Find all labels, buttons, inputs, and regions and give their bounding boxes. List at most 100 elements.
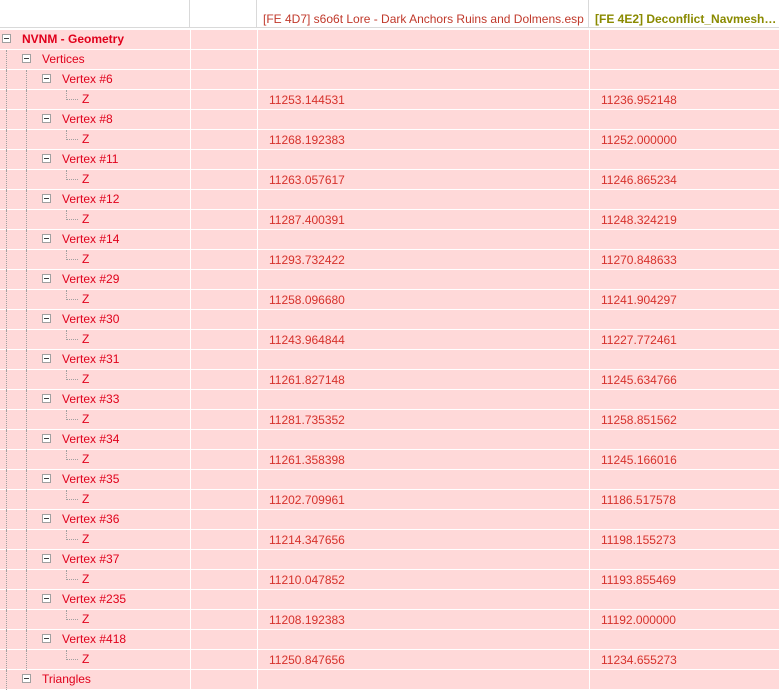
column-divider (589, 90, 590, 109)
tree-node-vertex[interactable]: Vertex #11 (0, 150, 779, 170)
tree-connector-line (6, 190, 7, 210)
field-z-label: Z (82, 132, 90, 146)
z-value-plugin-1: 11243.964844 (269, 333, 345, 347)
tree-node-vertex[interactable]: Vertex #33 (0, 390, 779, 410)
collapse-toggle-icon[interactable] (42, 434, 51, 443)
expand-toggle-icon[interactable] (22, 674, 31, 683)
column-divider (190, 350, 191, 369)
tree-node-vertex[interactable]: Vertex #29 (0, 270, 779, 290)
header-name-column[interactable] (0, 0, 190, 28)
tree-connector-line (6, 310, 7, 330)
collapse-toggle-icon[interactable] (42, 514, 51, 523)
tree-node-vertex-label: Vertex #418 (62, 632, 127, 646)
header-plugin-1[interactable]: [FE 4D7] s6o6t Lore - Dark Anchors Ruins… (257, 0, 589, 28)
tree-node-field-z[interactable]: Z 11293.732422 11270.848633 (0, 250, 779, 270)
tree-node-vertex[interactable]: Vertex #235 (0, 590, 779, 610)
tree-node-field-z[interactable]: Z 11250.847656 11234.655273 (0, 650, 779, 670)
tree-connector-line (6, 110, 7, 130)
collapse-toggle-icon[interactable] (42, 474, 51, 483)
collapse-toggle-icon[interactable] (42, 114, 51, 123)
field-z-label: Z (82, 412, 90, 426)
column-divider (190, 430, 191, 449)
tree-node-field-z[interactable]: Z 11208.192383 11192.000000 (0, 610, 779, 630)
tree-node-field-z[interactable]: Z 11258.096680 11241.904297 (0, 290, 779, 310)
tree-node-vertex-label: Vertex #6 (62, 72, 113, 86)
column-divider (190, 270, 191, 289)
column-divider (257, 50, 258, 69)
collapse-toggle-icon[interactable] (42, 74, 51, 83)
tree-node-vertex-label: Vertex #14 (62, 232, 120, 246)
tree-node-field-z[interactable]: Z 11268.192383 11252.000000 (0, 130, 779, 150)
column-divider (589, 310, 590, 329)
tree-node-vertex[interactable]: Vertex #31 (0, 350, 779, 370)
tree-node-field-z[interactable]: Z 11253.144531 11236.952148 (0, 90, 779, 110)
tree-node-vertex[interactable]: Vertex #35 (0, 470, 779, 490)
tree-node-field-z[interactable]: Z 11263.057617 11246.865234 (0, 170, 779, 190)
tree-connector-line (6, 630, 7, 650)
column-divider (190, 630, 191, 649)
tree-node-vertex[interactable]: Vertex #418 (0, 630, 779, 650)
tree-node-field-z[interactable]: Z 11281.735352 11258.851562 (0, 410, 779, 430)
collapse-toggle-icon[interactable] (42, 554, 51, 563)
tree-connector-line (26, 190, 27, 210)
collapse-toggle-icon[interactable] (2, 34, 11, 43)
column-divider (190, 330, 191, 349)
tree-node-vertex-label: Vertex #33 (62, 392, 120, 406)
collapse-toggle-icon[interactable] (42, 234, 51, 243)
tree-connector-line (66, 459, 78, 460)
z-value-plugin-1: 11287.400391 (269, 213, 345, 227)
collapse-toggle-icon[interactable] (42, 354, 51, 363)
tree-connector-line (26, 170, 27, 190)
column-divider (190, 50, 191, 69)
header-plugin-2-label: [FE 4E2] Deconflict_Navmeshes.... (595, 12, 779, 26)
tree-node-vertex[interactable]: Vertex #30 (0, 310, 779, 330)
column-divider (257, 150, 258, 169)
tree-node-field-z[interactable]: Z 11214.347656 11198.155273 (0, 530, 779, 550)
tree-node-vertices[interactable]: Vertices (0, 50, 779, 70)
z-value-plugin-1: 11214.347656 (269, 533, 345, 547)
column-divider (190, 90, 191, 109)
tree-node-vertex[interactable]: Vertex #34 (0, 430, 779, 450)
tree-node-vertex[interactable]: Vertex #8 (0, 110, 779, 130)
tree-node-root[interactable]: NVNM - Geometry (0, 30, 779, 50)
tree-node-vertex[interactable]: Vertex #12 (0, 190, 779, 210)
column-divider (257, 110, 258, 129)
tree-node-triangles[interactable]: Triangles (0, 670, 779, 690)
tree-node-vertex-label: Vertex #8 (62, 112, 113, 126)
header-plugin-2[interactable]: [FE 4E2] Deconflict_Navmeshes.... (589, 0, 779, 28)
column-divider (257, 610, 258, 629)
tree-connector-line (66, 299, 78, 300)
collapse-toggle-icon[interactable] (22, 54, 31, 63)
tree-node-vertex[interactable]: Vertex #36 (0, 510, 779, 530)
field-z-label: Z (82, 372, 90, 386)
collapse-toggle-icon[interactable] (42, 634, 51, 643)
tree-node-field-z[interactable]: Z 11243.964844 11227.772461 (0, 330, 779, 350)
collapse-toggle-icon[interactable] (42, 594, 51, 603)
z-value-plugin-2: 11270.848633 (601, 253, 677, 267)
column-divider (257, 410, 258, 429)
collapse-toggle-icon[interactable] (42, 274, 51, 283)
tree-connector-line (6, 90, 7, 110)
z-value-plugin-1: 11202.709961 (269, 493, 345, 507)
tree-connector-line (26, 450, 27, 470)
header-spacer-column[interactable] (190, 0, 257, 28)
z-value-plugin-2: 11198.155273 (601, 533, 676, 547)
tree-node-field-z[interactable]: Z 11261.827148 11245.634766 (0, 370, 779, 390)
tree-node-field-z[interactable]: Z 11261.358398 11245.166016 (0, 450, 779, 470)
column-divider (190, 250, 191, 269)
collapse-toggle-icon[interactable] (42, 314, 51, 323)
tree-connector-line (6, 550, 7, 570)
tree-node-field-z[interactable]: Z 11202.709961 11186.517578 (0, 490, 779, 510)
column-divider (190, 670, 191, 689)
collapse-toggle-icon[interactable] (42, 394, 51, 403)
tree-node-vertex[interactable]: Vertex #6 (0, 70, 779, 90)
collapse-toggle-icon[interactable] (42, 194, 51, 203)
tree-node-field-z[interactable]: Z 11287.400391 11248.324219 (0, 210, 779, 230)
tree-node-vertex[interactable]: Vertex #37 (0, 550, 779, 570)
column-divider (190, 450, 191, 469)
tree-node-field-z[interactable]: Z 11210.047852 11193.855469 (0, 570, 779, 590)
tree-connector-line (26, 370, 27, 390)
tree-node-vertex[interactable]: Vertex #14 (0, 230, 779, 250)
collapse-toggle-icon[interactable] (42, 154, 51, 163)
z-value-plugin-2: 11245.166016 (601, 453, 677, 467)
